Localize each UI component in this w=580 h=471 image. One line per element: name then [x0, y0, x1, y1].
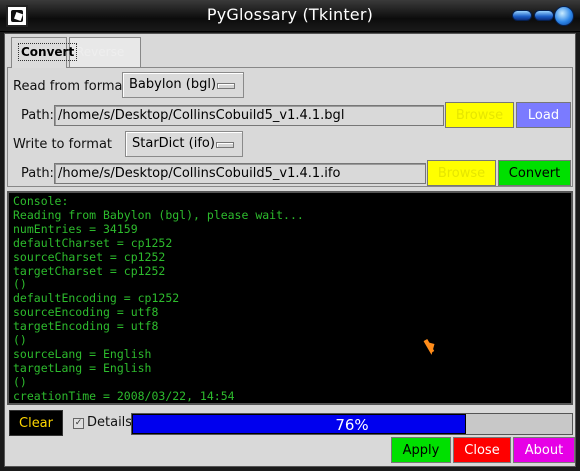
- progress-bar: 76%: [131, 413, 573, 435]
- clear-button[interactable]: Clear: [9, 410, 63, 436]
- console-line: sourceCharset = cp1252: [13, 249, 166, 264]
- write-format-label: Write to format: [13, 137, 113, 152]
- console-line: defaultCharset = cp1252: [13, 235, 173, 250]
- close-window-icon[interactable]: [554, 6, 574, 26]
- console-line: (): [13, 374, 27, 389]
- input-browse-button[interactable]: Browse: [445, 102, 514, 128]
- main-window: Convert Reverse Read from format Babylon…: [4, 33, 576, 467]
- console-line: targetEncoding = utf8: [13, 319, 159, 334]
- output-path-label: Path:: [21, 166, 54, 181]
- console-line: (): [13, 277, 27, 292]
- console-line: targetLang = English: [13, 360, 152, 375]
- tab-reverse[interactable]: Reverse: [69, 37, 141, 67]
- progress-text: 76%: [335, 416, 369, 434]
- console-line: targetCharset = cp1252: [13, 263, 166, 278]
- minimize-icon[interactable]: [512, 10, 532, 21]
- console-line: sourceEncoding = utf8: [13, 305, 159, 320]
- output-browse-button[interactable]: Browse: [427, 160, 496, 186]
- tab-convert-label: Convert: [18, 43, 78, 61]
- convert-panel: Read from format Babylon (bgl) Path: /ho…: [7, 67, 573, 187]
- details-checkbox[interactable]: ✓: [73, 418, 84, 429]
- input-path-label: Path:: [21, 108, 54, 123]
- console-line: Reading from Babylon (bgl), please wait.…: [13, 207, 304, 222]
- console-line: numEntries = 34159: [13, 221, 138, 236]
- console-line: Console:: [13, 194, 69, 208]
- load-button[interactable]: Load: [516, 102, 571, 128]
- details-label: Details: [87, 415, 133, 430]
- about-button[interactable]: About: [513, 437, 575, 463]
- dropdown-indicator-icon: [216, 142, 234, 148]
- dropdown-indicator-icon: [217, 83, 235, 89]
- output-path-field[interactable]: /home/s/Desktop/CollinsCobuild5_v1.4.1.i…: [54, 163, 426, 184]
- console-output[interactable]: Console: Reading from Babylon (bgl), ple…: [7, 191, 573, 405]
- write-format-dropdown[interactable]: StarDict (ifo): [125, 131, 243, 157]
- convert-button[interactable]: Convert: [498, 160, 571, 186]
- console-line: sourceLang = English: [13, 346, 152, 361]
- console-line: (): [13, 333, 27, 348]
- read-format-value: Babylon (bgl): [129, 77, 217, 92]
- console-line: creationTime = 2008/03/22, 14:54: [13, 388, 235, 403]
- maximize-icon[interactable]: [534, 10, 554, 21]
- write-format-value: StarDict (ifo): [132, 136, 215, 151]
- read-format-dropdown[interactable]: Babylon (bgl): [122, 72, 244, 98]
- read-format-label: Read from format: [13, 79, 128, 94]
- apply-button[interactable]: Apply: [391, 437, 451, 463]
- window-title: PyGlossary (Tkinter): [206, 5, 374, 24]
- close-button[interactable]: Close: [453, 437, 511, 463]
- input-path-field[interactable]: /home/s/Desktop/CollinsCobuild5_v1.4.1.b…: [54, 105, 444, 126]
- title-bar[interactable]: PyGlossary (Tkinter): [0, 0, 580, 32]
- tab-convert[interactable]: Convert: [11, 37, 78, 68]
- console-line: defaultEncoding = cp1252: [13, 291, 180, 306]
